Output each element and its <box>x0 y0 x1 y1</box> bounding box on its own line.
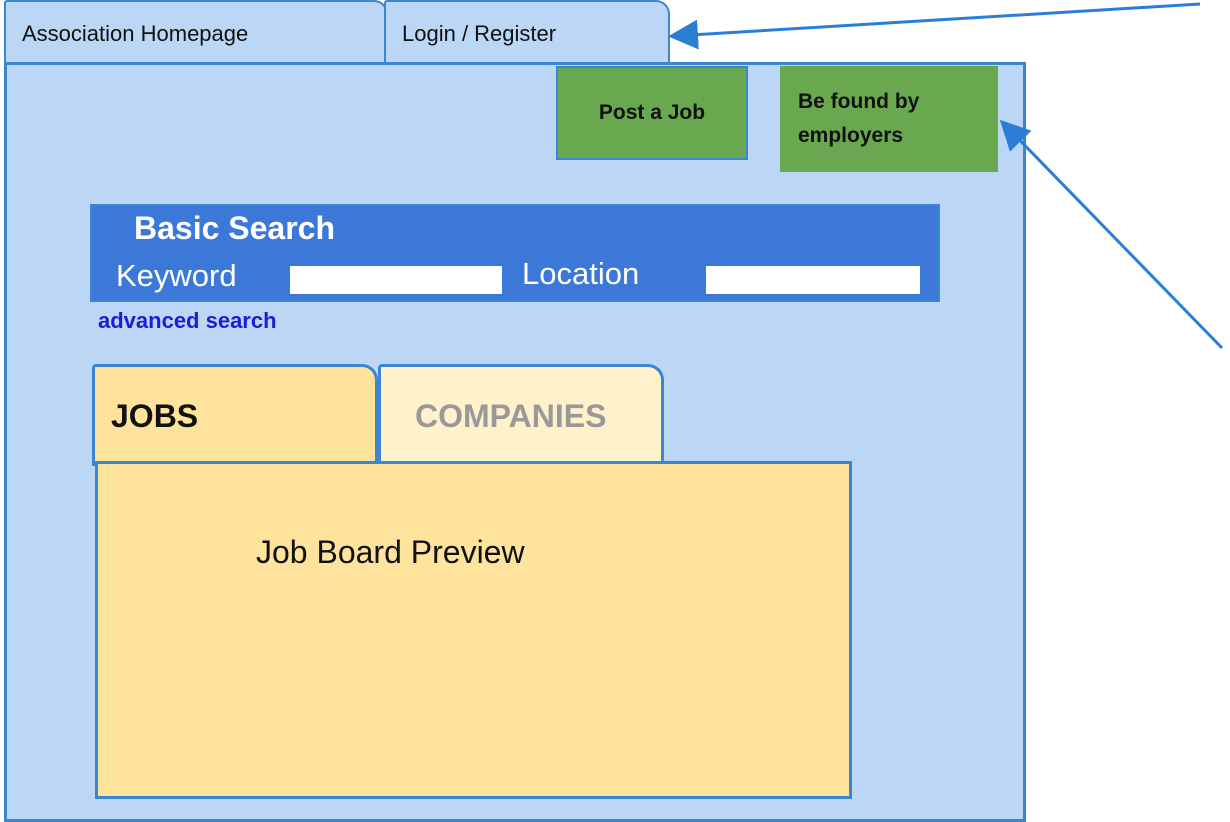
annotation-arrows <box>668 2 1224 350</box>
arrow-to-login-tab <box>668 2 1201 50</box>
arrow-to-be-found-button <box>999 119 1224 350</box>
